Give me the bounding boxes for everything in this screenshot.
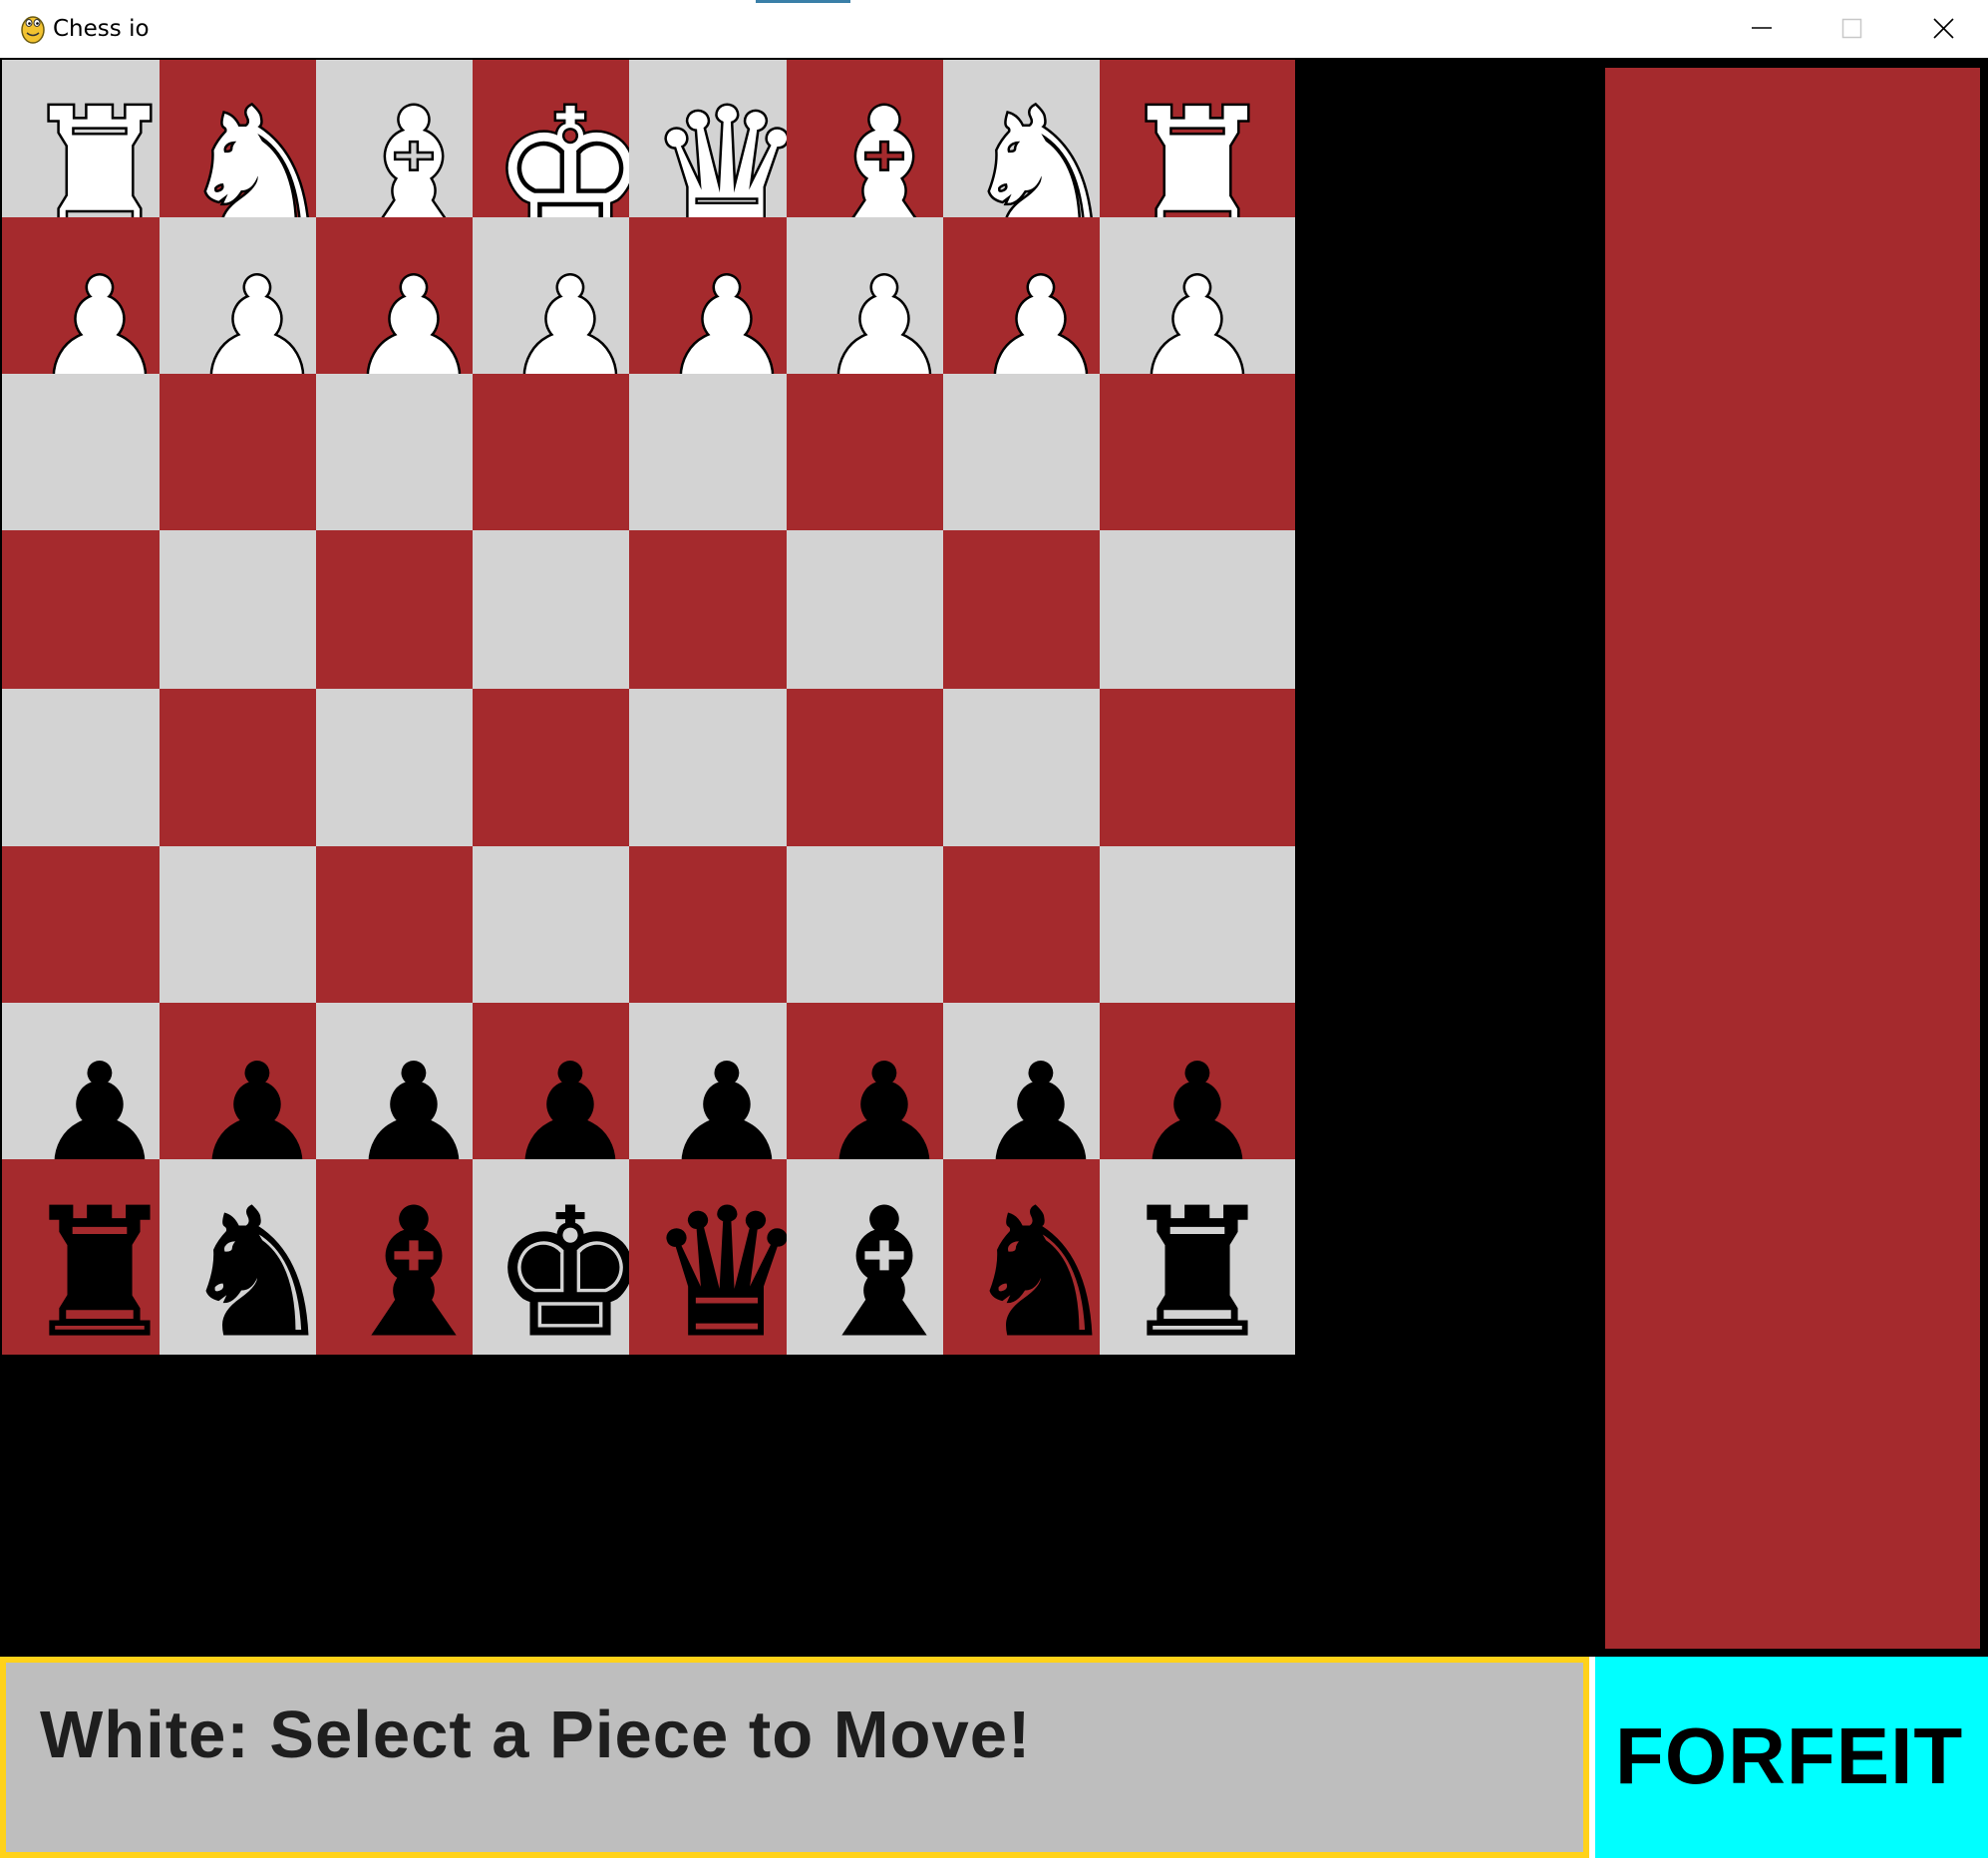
- svg-text:♜: ♜: [1118, 1170, 1277, 1355]
- maximize-icon: [1841, 18, 1862, 39]
- svg-text:♝: ♝: [805, 1170, 964, 1355]
- status-message: White: Select a Piece to Move!: [40, 1698, 1032, 1772]
- black-rook-icon: ♜: [1118, 1170, 1278, 1356]
- svg-text:♜: ♜: [20, 1170, 179, 1355]
- forfeit-label: FORFEIT: [1615, 1711, 1964, 1800]
- svg-text:♚: ♚: [491, 1170, 650, 1355]
- square-h1[interactable]: ♜: [1100, 1159, 1295, 1355]
- status-bar: White: Select a Piece to Move!: [0, 1657, 1589, 1858]
- chess-board: ♜ ♞ ♝ ♚ ♛ ♝ ♞ ♜ ♟ ♟ ♟ ♟ ♟ ♟ ♟ ♟ ♟ ♟ ♟ ♟ ♟ ♟ ♟ ♟ ♜ ♞ ♝ ♚ ♛ ♝ ♞ ♜: [0, 58, 1597, 1657]
- window-title: Chess io: [53, 16, 150, 42]
- title-bar[interactable]: Chess io: [0, 0, 1988, 58]
- close-icon: [1933, 18, 1954, 39]
- captured-pieces-panel: [1605, 68, 1980, 1649]
- minimize-button[interactable]: [1717, 0, 1807, 58]
- minimize-icon: [1752, 27, 1772, 29]
- side-panel: [1597, 58, 1988, 1657]
- close-button[interactable]: [1898, 0, 1988, 58]
- svg-text:♝: ♝: [334, 1170, 494, 1355]
- svg-text:♛: ♛: [647, 1170, 807, 1355]
- title-bar-accent: [756, 0, 850, 3]
- svg-text:♞: ♞: [961, 1170, 1121, 1355]
- svg-text:♞: ♞: [177, 1170, 337, 1355]
- maximize-button[interactable]: [1807, 0, 1896, 58]
- forfeit-button[interactable]: FORFEIT: [1595, 1657, 1988, 1858]
- python-snake-icon: [21, 16, 45, 44]
